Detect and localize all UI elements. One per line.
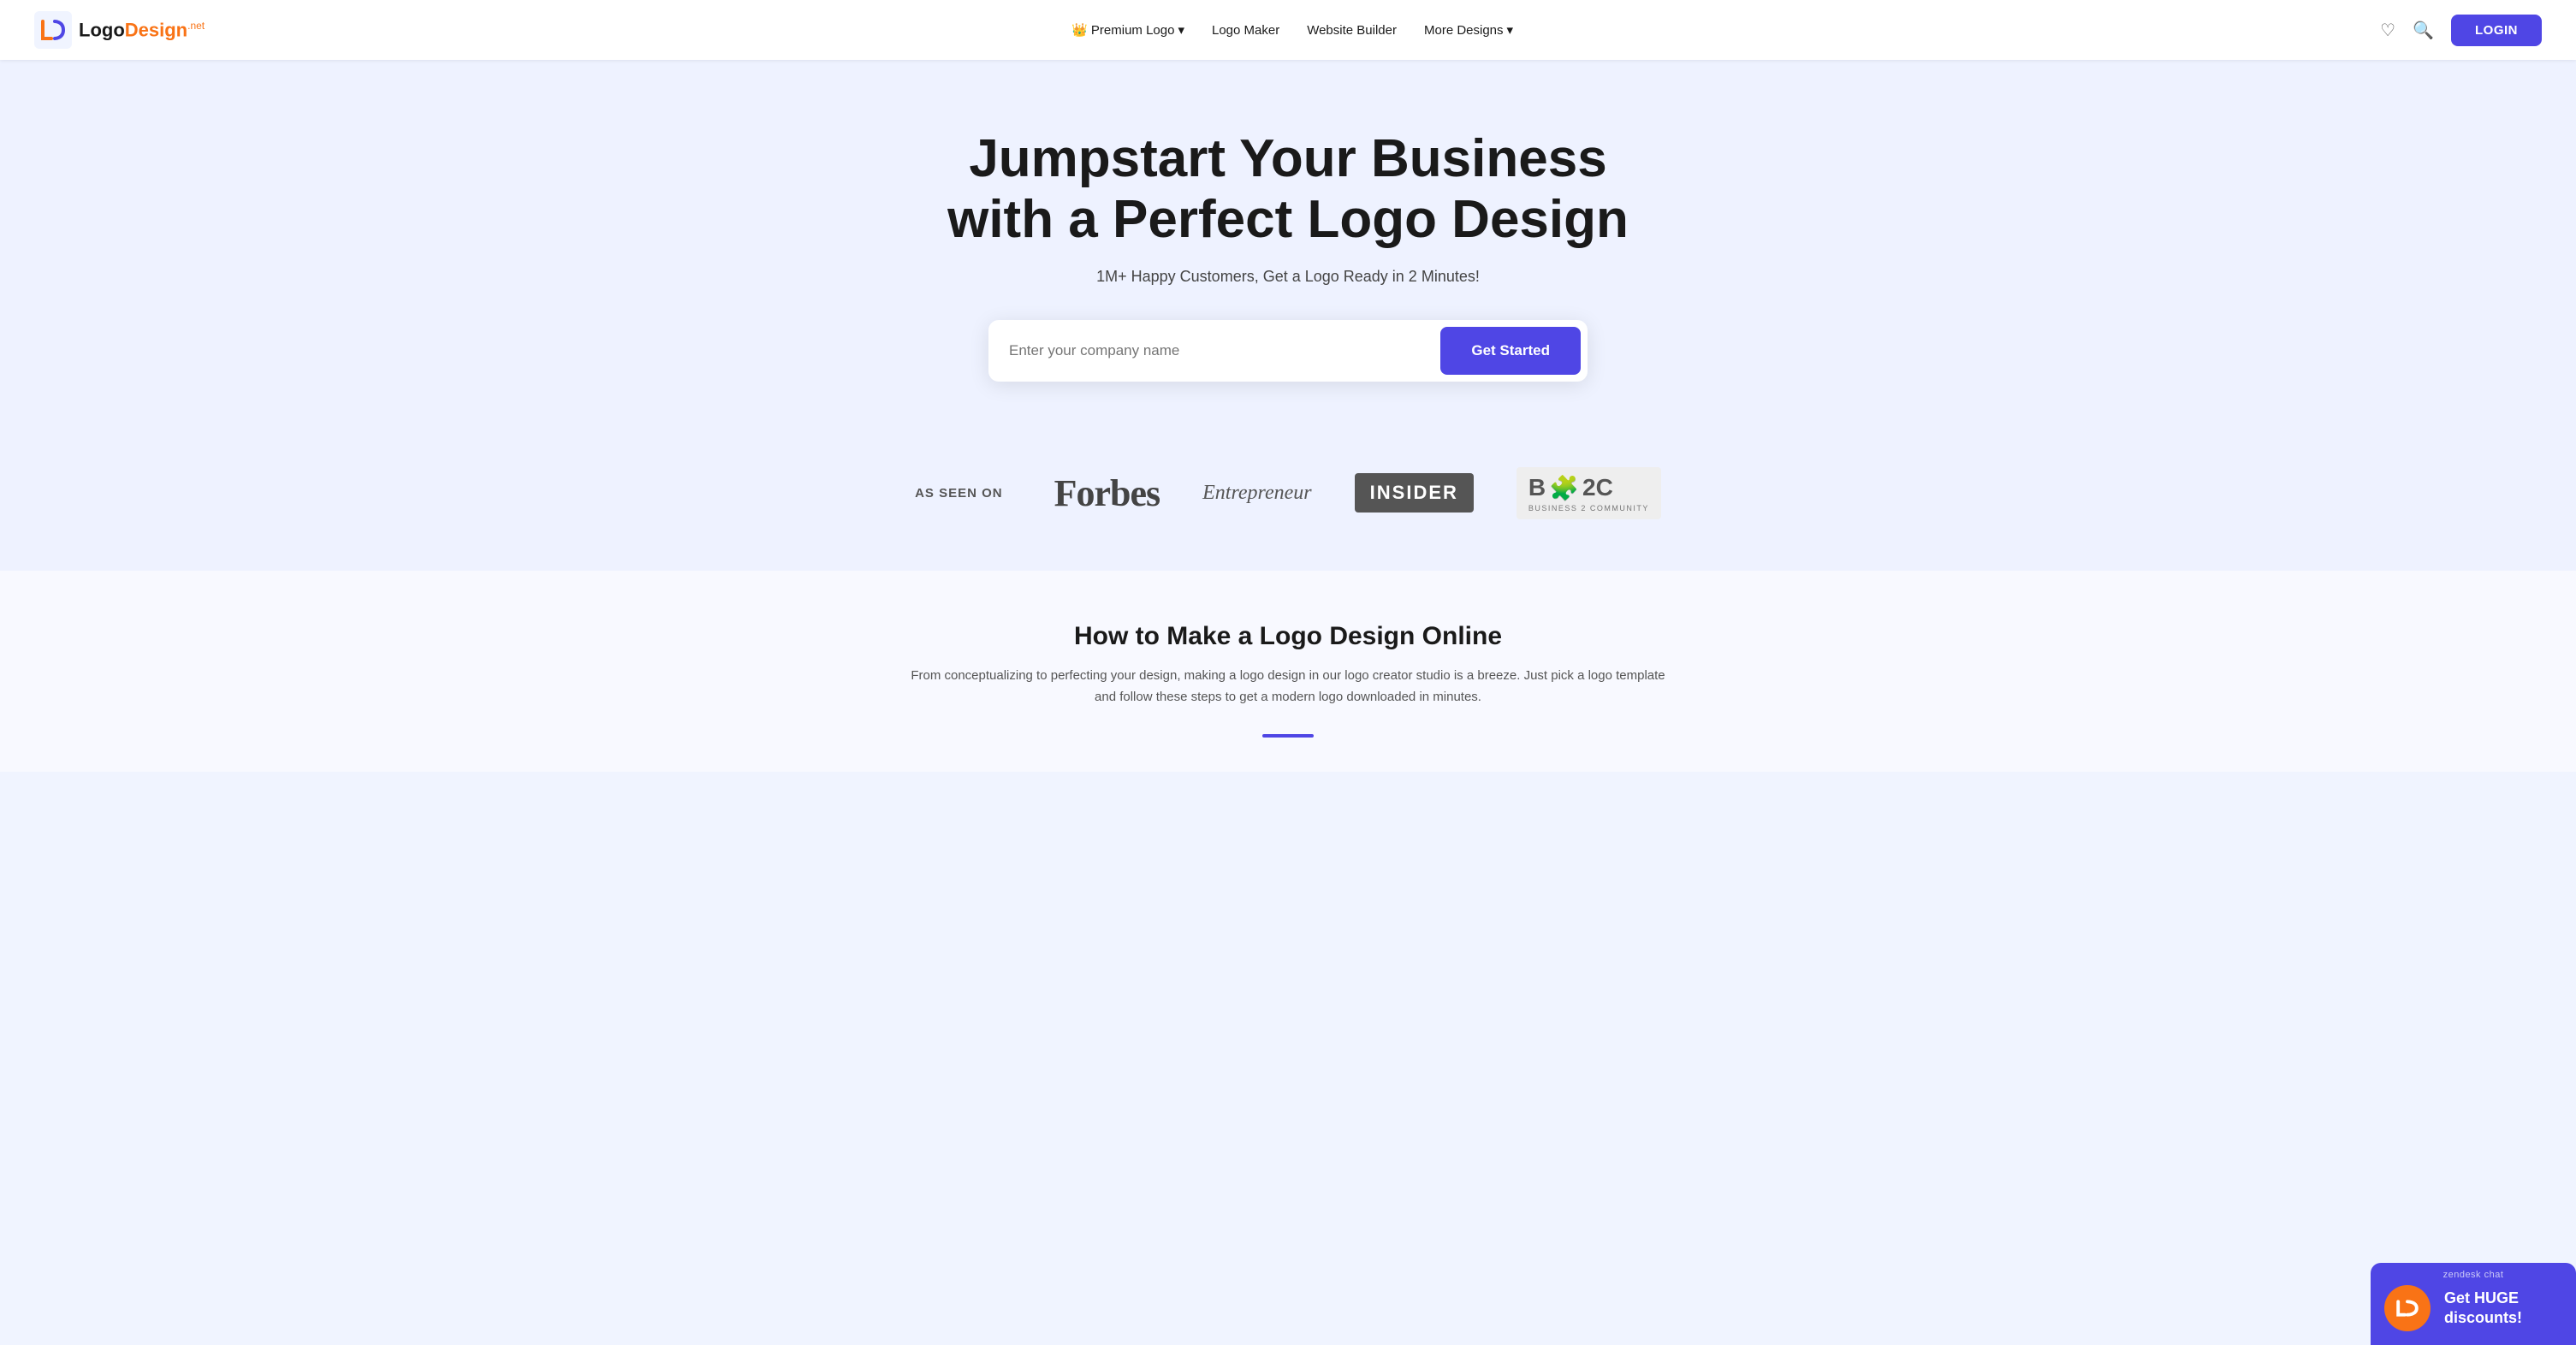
how-to-description: From conceptualizing to perfecting your … — [903, 665, 1673, 708]
zendesk-chat-widget[interactable]: zendesk chat Get HUGE discounts! — [2371, 1263, 2576, 1345]
progress-bar — [1262, 734, 1314, 738]
as-seen-on-label: AS SEEN ON — [915, 486, 1003, 501]
company-name-search-box: Get Started — [988, 320, 1588, 382]
how-to-section: How to Make a Logo Design Online From co… — [0, 571, 2576, 772]
logo-text: LogoDesign.net — [79, 21, 205, 39]
crown-icon: 👑 — [1071, 22, 1088, 38]
progress-bar-container — [17, 734, 2559, 738]
forbes-logo: Forbes — [1054, 471, 1160, 515]
hero-title: Jumpstart Your Business with a Perfect L… — [946, 128, 1630, 251]
entrepreneur-logo: Entrepreneur — [1202, 482, 1312, 505]
hero-subtitle: 1M+ Happy Customers, Get a Logo Ready in… — [17, 268, 2559, 286]
b2c-logo: B 🧩 2C BUSINESS 2 COMMUNITY — [1517, 467, 1661, 519]
as-seen-on-section: AS SEEN ON Forbes Entrepreneur INSIDER B… — [0, 433, 2576, 571]
how-to-title: How to Make a Logo Design Online — [17, 622, 2559, 651]
logo[interactable]: LogoDesign.net — [34, 11, 205, 49]
nav-links: 👑 Premium Logo ▾ Logo Maker Website Buil… — [1071, 22, 1513, 38]
nav-item-website-builder[interactable]: Website Builder — [1307, 23, 1397, 38]
zendesk-label: zendesk chat — [2443, 1270, 2504, 1280]
nav-item-premium-logo[interactable]: 👑 Premium Logo ▾ — [1071, 22, 1184, 38]
favorites-icon[interactable]: ♡ — [2380, 20, 2395, 41]
zendesk-avatar — [2384, 1285, 2431, 1331]
nav-right: ♡ 🔍 LOGIN — [2380, 15, 2542, 46]
nav-item-logo-maker[interactable]: Logo Maker — [1212, 23, 1279, 38]
chevron-down-icon: ▾ — [1178, 22, 1184, 38]
company-name-input[interactable] — [1009, 342, 1440, 359]
logo-icon — [34, 11, 72, 49]
navbar: LogoDesign.net 👑 Premium Logo ▾ Logo Mak… — [0, 0, 2576, 60]
search-icon[interactable]: 🔍 — [2413, 20, 2434, 41]
nav-item-more-designs[interactable]: More Designs ▾ — [1424, 22, 1513, 38]
get-started-button[interactable]: Get Started — [1440, 327, 1581, 375]
brand-logos: Forbes Entrepreneur INSIDER B 🧩 2C BUSIN… — [1054, 467, 1661, 519]
zendesk-logo-icon — [2393, 1294, 2422, 1323]
zendesk-text: Get HUGE discounts! — [2444, 1289, 2562, 1329]
insider-logo: INSIDER — [1355, 473, 1474, 513]
login-button[interactable]: LOGIN — [2451, 15, 2542, 46]
chevron-down-icon: ▾ — [1507, 22, 1514, 38]
hero-section: Jumpstart Your Business with a Perfect L… — [0, 60, 2576, 433]
